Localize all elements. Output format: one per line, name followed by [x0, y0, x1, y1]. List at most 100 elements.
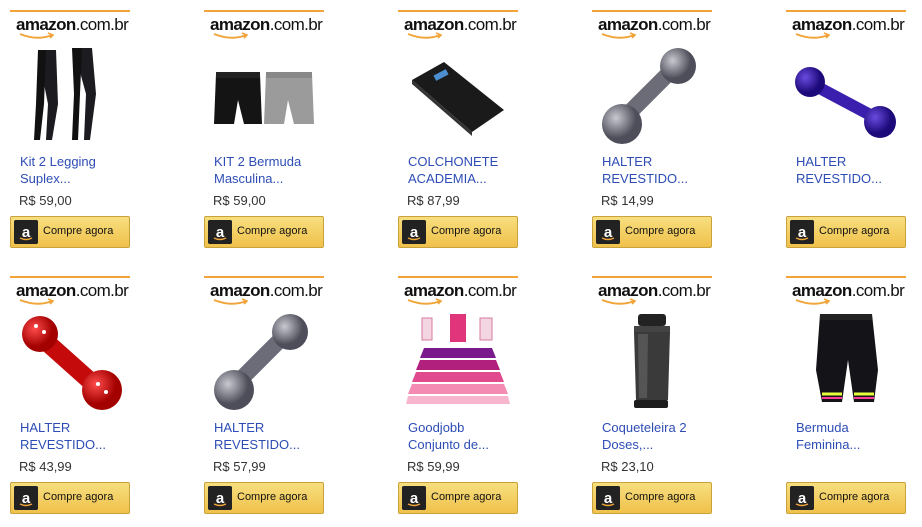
amazon-logo[interactable]: amazon.com.br	[404, 16, 517, 42]
buy-now-button[interactable]: a Compre agora	[786, 482, 906, 514]
title-line: REVESTIDO...	[602, 171, 688, 186]
title-line: Suplex...	[20, 171, 71, 186]
buy-now-button[interactable]: a Compre agora	[204, 216, 324, 248]
title-line: REVESTIDO...	[796, 171, 882, 186]
buy-now-button[interactable]: a Compre agora	[10, 216, 130, 248]
buy-now-label: Compre agora	[237, 225, 308, 237]
product-title-link[interactable]: COLCHONETE ACADEMIA...	[408, 153, 516, 187]
amazon-logo[interactable]: amazon.com.br	[16, 281, 129, 308]
buy-now-label: Compre agora	[237, 491, 308, 503]
product-title-link[interactable]: HALTER REVESTIDO...	[602, 153, 710, 187]
buy-now-label: Compre agora	[431, 491, 502, 503]
product-title-link[interactable]: Kit 2 Legging Suplex...	[20, 153, 128, 187]
amazon-logo[interactable]: amazon.com.br	[792, 15, 905, 42]
logo-domain: .com.br	[463, 281, 517, 300]
title-line: Feminina...	[796, 437, 861, 452]
title-line: ACADEMIA...	[408, 171, 487, 186]
logo-domain: .com.br	[657, 15, 711, 34]
card-divider	[592, 10, 712, 12]
title-line: REVESTIDO...	[214, 437, 300, 452]
buy-now-button[interactable]: a Compre agora	[592, 482, 712, 514]
product-price: R$ 59,00	[213, 193, 266, 208]
amazon-a-icon: a	[208, 220, 232, 244]
buy-now-button[interactable]: a Compre agora	[398, 482, 518, 514]
title-line: Goodjobb	[408, 420, 465, 435]
smile-arrow-icon	[795, 32, 831, 39]
title-line: Conjunto de...	[408, 437, 489, 452]
buy-now-label: Compre agora	[43, 491, 114, 503]
buy-now-button[interactable]: a Compre agora	[592, 216, 712, 248]
product-card: amazon.com.br HALTER REVESTIDO... R$ 43,9…	[10, 276, 130, 526]
amazon-logo[interactable]: amazon.com.br	[792, 282, 905, 308]
product-title-link[interactable]: HALTER REVESTIDO...	[796, 153, 904, 187]
product-price: R$ 59,99	[407, 459, 460, 474]
amazon-a-icon: a	[14, 220, 38, 244]
product-title-link[interactable]: HALTER REVESTIDO...	[214, 419, 322, 453]
title-line: Coqueteleira 2	[602, 420, 687, 435]
product-image-cycling-shorts[interactable]	[792, 310, 900, 410]
title-line: Masculina...	[214, 171, 284, 186]
product-card: amazon.com.br HALTER REVESTIDO... R$ 57,9…	[204, 276, 324, 526]
card-divider	[204, 276, 324, 278]
logo-domain: .com.br	[269, 15, 323, 34]
product-title-link[interactable]: Coqueteleira 2 Doses,...	[602, 419, 710, 453]
logo-domain: .com.br	[851, 15, 905, 34]
amazon-logo[interactable]: amazon.com.br	[404, 281, 517, 308]
product-image-dumbbell-purple[interactable]	[792, 44, 900, 144]
amazon-logo[interactable]: amazon.com.br	[598, 15, 711, 42]
product-price: R$ 14,99	[601, 193, 654, 208]
product-card: amazon.com.br Goodjobb Conjunto de... R$ …	[398, 276, 518, 526]
amazon-a-icon: a	[790, 220, 814, 244]
buy-now-label: Compre agora	[625, 491, 696, 503]
card-divider	[786, 276, 906, 278]
card-divider	[398, 276, 518, 278]
product-image-dumbbell[interactable]	[598, 44, 706, 144]
product-price: R$ 87,99	[407, 193, 460, 208]
buy-now-label: Compre agora	[819, 491, 890, 503]
product-card: amazon.com.br Kit 2 Legging Suplex... R$ …	[10, 10, 130, 260]
card-divider	[592, 276, 712, 278]
logo-domain: .com.br	[75, 281, 129, 300]
buy-now-button[interactable]: a Compre agora	[10, 482, 130, 514]
product-card: amazon.com.br HALTER REVESTIDO... a Compr…	[786, 10, 906, 260]
smile-arrow-icon	[213, 298, 249, 305]
product-image-shaker-bottle[interactable]	[598, 310, 706, 410]
product-price: R$ 57,99	[213, 459, 266, 474]
smile-arrow-icon	[213, 32, 249, 39]
buy-now-button[interactable]: a Compre agora	[786, 216, 906, 248]
amazon-a-icon: a	[14, 486, 38, 510]
card-divider	[10, 10, 130, 12]
smile-arrow-icon	[407, 298, 443, 305]
card-divider	[10, 276, 130, 278]
product-image-leggings[interactable]	[16, 44, 124, 144]
title-line: HALTER	[214, 420, 265, 435]
product-card: amazon.com.br Coqueteleira 2 Doses,... R$…	[592, 276, 712, 526]
amazon-logo[interactable]: amazon.com.br	[210, 15, 323, 42]
amazon-logo[interactable]: amazon.com.br	[16, 15, 129, 42]
product-title-link[interactable]: Bermuda Feminina...	[796, 419, 904, 453]
amazon-a-icon: a	[790, 486, 814, 510]
buy-now-button[interactable]: a Compre agora	[204, 482, 324, 514]
buy-now-button[interactable]: a Compre agora	[398, 216, 518, 248]
product-image-shorts[interactable]	[210, 44, 318, 144]
product-image-dumbbell[interactable]	[210, 310, 318, 410]
product-image-dumbbell-red[interactable]	[16, 310, 124, 410]
title-line: HALTER	[796, 154, 847, 169]
amazon-a-icon: a	[596, 486, 620, 510]
product-title-link[interactable]: KIT 2 Bermuda Masculina...	[214, 153, 322, 187]
product-title-link[interactable]: Goodjobb Conjunto de...	[408, 419, 516, 453]
smile-arrow-icon	[19, 298, 55, 305]
amazon-a-icon: a	[596, 220, 620, 244]
logo-domain: .com.br	[75, 15, 129, 34]
amazon-logo[interactable]: amazon.com.br	[210, 282, 323, 308]
logo-domain: .com.br	[657, 281, 711, 300]
buy-now-label: Compre agora	[43, 225, 114, 237]
product-image-resistance-bands[interactable]	[404, 310, 512, 410]
smile-arrow-icon	[601, 32, 637, 39]
smile-arrow-icon	[795, 298, 831, 305]
amazon-logo[interactable]: amazon.com.br	[598, 281, 711, 308]
product-image-mat[interactable]	[404, 44, 512, 144]
card-divider	[204, 10, 324, 12]
product-title-link[interactable]: HALTER REVESTIDO...	[20, 419, 128, 453]
title-line: COLCHONETE	[408, 154, 499, 169]
